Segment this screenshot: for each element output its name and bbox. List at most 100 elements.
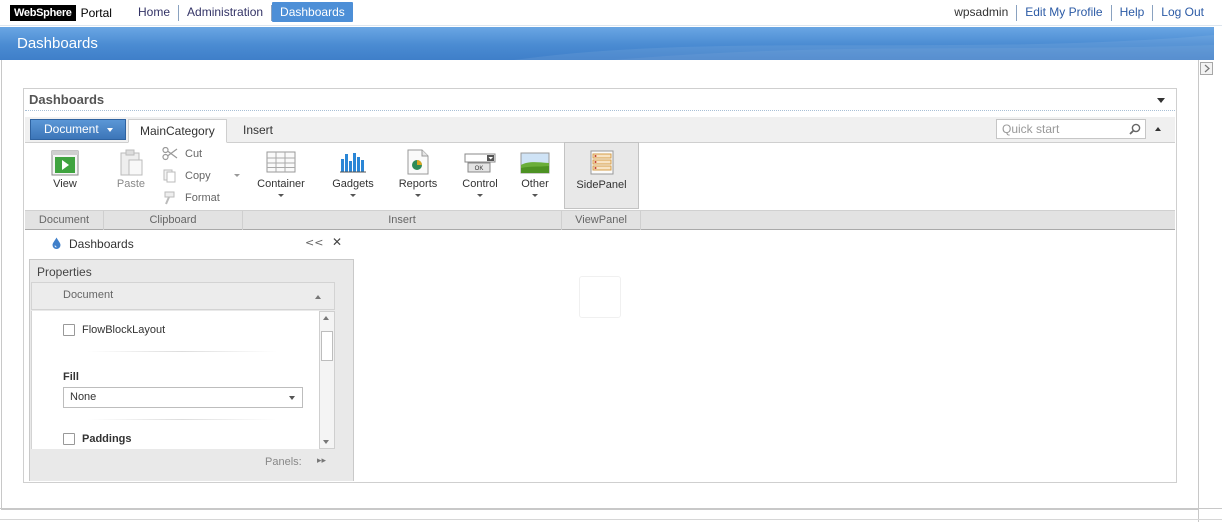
logo-brand: WebSphere [10, 5, 76, 21]
collapse-section-icon[interactable] [315, 295, 321, 299]
caret-down-icon [107, 128, 113, 132]
fill-select[interactable]: None [63, 387, 303, 408]
logout-link[interactable]: Log Out [1153, 2, 1212, 22]
scrollbar-thumb[interactable] [321, 331, 333, 361]
group-viewpanel: ViewPanel [562, 211, 641, 230]
copy-dropdown-caret-icon[interactable] [234, 174, 240, 177]
panels-bar: Panels: ▸▸ [31, 449, 335, 475]
container-button[interactable]: Container [253, 144, 309, 208]
format-painter-icon [164, 191, 175, 205]
copy-label: Copy [185, 170, 211, 182]
paste-button[interactable]: Paste [109, 144, 153, 208]
search-icon[interactable] [1129, 123, 1141, 135]
dashboards-portlet: Dashboards Document MainCategory Insert … [23, 88, 1177, 483]
expand-panel-button[interactable] [1200, 62, 1213, 75]
websphere-portal-logo: WebSphere Portal [10, 4, 112, 22]
portlet-header: Dashboards [25, 90, 1175, 111]
caret-down-icon [532, 194, 538, 197]
paddings-option[interactable]: Paddings [63, 433, 132, 445]
properties-scrollbar[interactable] [319, 311, 335, 449]
scroll-down-icon[interactable] [323, 440, 329, 444]
group-document: Document [25, 211, 104, 230]
document-section-body: FlowBlockLayout Fill None Paddings [31, 311, 319, 449]
close-icon[interactable]: ✕ [332, 235, 342, 249]
cut-button[interactable]: Cut [162, 147, 202, 161]
grid-icon [266, 151, 296, 173]
ribbon-group-labels: Document Clipboard Insert ViewPanel [25, 210, 1175, 230]
sidepanel-button[interactable]: SidePanel [564, 142, 639, 209]
group-insert: Insert [243, 211, 562, 230]
group-clipboard: Clipboard [104, 211, 243, 230]
page-banner: Dashboards [0, 27, 1214, 60]
banner-wave-decoration [514, 35, 1214, 60]
caret-down-icon [477, 194, 483, 197]
section-divider [87, 419, 277, 420]
side-panel-title: Dashboards [69, 237, 134, 251]
quick-start-input[interactable]: Quick start [996, 119, 1146, 139]
view-button[interactable]: View [43, 144, 87, 208]
collapse-ribbon-icon[interactable] [1155, 127, 1161, 131]
main-nav: Home Administration Dashboards [130, 2, 353, 22]
nav-administration[interactable]: Administration [179, 2, 271, 22]
flowblocklayout-checkbox[interactable] [63, 324, 75, 336]
gadgets-button[interactable]: Gadgets [328, 144, 378, 208]
report-icon [407, 149, 429, 175]
view-icon [51, 150, 79, 176]
gadgets-label: Gadgets [332, 178, 374, 190]
document-section-title: Document [63, 289, 114, 301]
view-label: View [53, 178, 77, 190]
properties-heading: Properties [37, 265, 92, 279]
control-icon: OK [464, 153, 496, 173]
tab-maincategory[interactable]: MainCategory [128, 119, 227, 143]
ribbon-tabs-bar: Document MainCategory Insert Quick start [25, 117, 1175, 143]
flowblocklayout-option[interactable]: FlowBlockLayout [63, 324, 165, 336]
current-user: wpsadmin [954, 5, 1009, 19]
document-section-header[interactable]: Document [31, 282, 335, 310]
chevron-down-icon [289, 396, 295, 400]
bottom-divider [0, 519, 1222, 520]
chevron-right-icon [1204, 64, 1210, 73]
user-nav: wpsadmin Edit My Profile Help Log Out [946, 2, 1212, 22]
sidepanel-label: SidePanel [576, 179, 627, 191]
copy-button[interactable]: Copy [162, 169, 240, 183]
tab-insert[interactable]: Insert [232, 119, 284, 143]
right-strip [1198, 60, 1222, 522]
control-button[interactable]: OK Control [455, 144, 505, 208]
canvas-placeholder [579, 276, 621, 318]
cut-label: Cut [185, 148, 203, 160]
clipboard-icon [120, 149, 143, 176]
paddings-checkbox[interactable] [63, 433, 75, 445]
image-icon [520, 152, 550, 174]
nav-home[interactable]: Home [130, 2, 178, 22]
reports-label: Reports [398, 178, 438, 190]
portlet-menu-caret-icon[interactable] [1157, 98, 1165, 103]
nav-dashboards[interactable]: Dashboards [272, 2, 353, 22]
scroll-up-icon[interactable] [323, 316, 329, 320]
bar-chart-icon [340, 153, 366, 173]
top-navigation-bar: WebSphere Portal Home Administration Das… [0, 0, 1222, 26]
copy-icon [163, 169, 176, 183]
caret-down-icon [278, 194, 284, 197]
fill-label: Fill [63, 371, 79, 383]
flowblocklayout-label: FlowBlockLayout [82, 324, 166, 336]
format-button[interactable]: Format [162, 191, 220, 205]
panels-label: Panels: [265, 456, 302, 468]
section-divider [87, 351, 277, 352]
reports-button[interactable]: Reports [393, 144, 443, 208]
edit-profile-link[interactable]: Edit My Profile [1017, 2, 1110, 22]
other-button[interactable]: Other [513, 144, 557, 208]
paste-label: Paste [116, 178, 146, 190]
help-link[interactable]: Help [1112, 2, 1153, 22]
properties-panel: Properties Document FlowBlockLayout Fill… [29, 259, 354, 481]
document-menu-button[interactable]: Document [30, 119, 126, 140]
drop-icon [52, 237, 61, 249]
page-title: Dashboards [17, 35, 98, 52]
collapse-panel-icon[interactable]: << [305, 236, 323, 249]
format-label: Format [185, 192, 220, 204]
ribbon-body: View Paste Cut Copy Format Container Gad… [25, 142, 1175, 210]
expand-panels-icon[interactable]: ▸▸ [317, 456, 326, 466]
other-label: Other [521, 178, 549, 190]
logo-product: Portal [80, 6, 112, 20]
document-menu-label: Document [44, 122, 99, 136]
control-label: Control [462, 178, 498, 190]
